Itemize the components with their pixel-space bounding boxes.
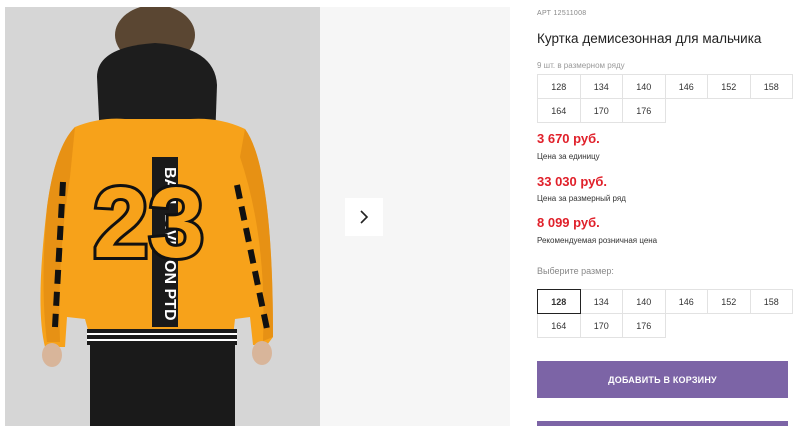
series-size-cell: 176 xyxy=(622,98,666,123)
price-retail-label: Рекомендуемая розничная цена xyxy=(537,236,658,245)
price-unit-label: Цена за единицу xyxy=(537,152,600,161)
series-size-cell: 140 xyxy=(622,74,666,99)
size-option-134[interactable]: 134 xyxy=(579,289,623,314)
series-size-cell: 152 xyxy=(707,74,751,99)
size-option-164[interactable]: 164 xyxy=(537,313,581,338)
size-option-146[interactable]: 146 xyxy=(664,289,708,314)
series-size-cell: 164 xyxy=(537,98,581,123)
size-option-176[interactable]: 176 xyxy=(622,313,666,338)
price-retail: 8 099 руб. xyxy=(537,215,600,230)
price-unit: 3 670 руб. xyxy=(537,131,600,146)
product-article: АРТ 12511008 xyxy=(537,10,587,17)
size-series-grid: 128 134 140 146 152 158 164 170 176 xyxy=(537,74,800,123)
size-option-158[interactable]: 158 xyxy=(749,289,793,314)
series-size-cell: 128 xyxy=(537,74,581,99)
size-select-label: Выберите размер: xyxy=(537,266,614,276)
series-size-cell: 134 xyxy=(579,74,623,99)
size-option-140[interactable]: 140 xyxy=(622,289,666,314)
chevron-right-icon xyxy=(360,210,369,224)
product-title: Куртка демисезонная для мальчика xyxy=(537,31,762,46)
size-option-128[interactable]: 128 xyxy=(537,289,581,314)
size-selector: 128 134 140 146 152 158 164 170 176 xyxy=(537,289,800,338)
secondary-action-button[interactable] xyxy=(537,421,788,426)
series-size-cell: 158 xyxy=(749,74,793,99)
add-to-cart-button[interactable]: ДОБАВИТЬ В КОРЗИНУ xyxy=(537,361,788,398)
series-size-cell: 170 xyxy=(579,98,623,123)
product-gallery: BALL DIVISION PTD 23 xyxy=(0,0,510,426)
next-photo-button[interactable] xyxy=(345,198,383,236)
series-size-cell: 146 xyxy=(664,74,708,99)
size-option-170[interactable]: 170 xyxy=(579,313,623,338)
size-series-label: 9 шт. в размерном ряду xyxy=(537,61,625,70)
price-series-label: Цена за размерный ряд xyxy=(537,194,626,203)
jacket-illustration: BALL DIVISION PTD 23 xyxy=(5,7,320,426)
back-print-number: 23 xyxy=(93,167,204,279)
price-series: 33 030 руб. xyxy=(537,174,608,189)
size-option-152[interactable]: 152 xyxy=(707,289,751,314)
product-photo[interactable]: BALL DIVISION PTD 23 xyxy=(5,7,320,426)
product-info: АРТ 12511008 Куртка демисезонная для мал… xyxy=(537,0,800,426)
product-page: BALL DIVISION PTD 23 АРТ 12511008 Куртка… xyxy=(0,0,800,426)
